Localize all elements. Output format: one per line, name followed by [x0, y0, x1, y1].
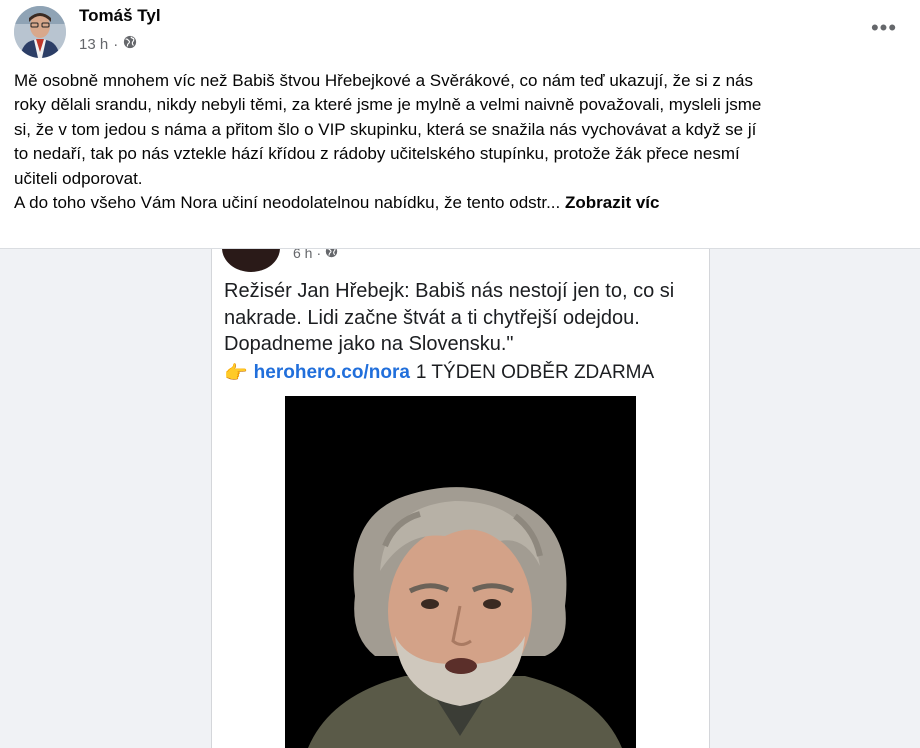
- man-portrait-illustration: [285, 396, 636, 748]
- author-name[interactable]: Tomáš Tyl: [79, 6, 161, 26]
- pointing-hand-icon: 👉: [224, 363, 248, 384]
- post-timestamp[interactable]: 13 h: [79, 36, 108, 53]
- shared-avatar: [222, 249, 280, 272]
- shared-timestamp: 6 h: [293, 248, 313, 261]
- shared-link-line: 👉 herohero.co/nora 1 TÝDEN ODBĚR ZDARMA: [224, 361, 654, 385]
- post-text-line: to nedaří, tak po nás vztekle hází křído…: [14, 144, 740, 164]
- shared-text-line: Dopadneme jako na Slovensku.": [224, 333, 514, 355]
- post-text-line: Mě osobně mnohem víc než Babiš štvou Hře…: [14, 71, 753, 90]
- post-media[interactable]: 6 h · Režisér Jan Hřebejk: Babiš nás nes…: [0, 248, 920, 748]
- globe-icon: [325, 249, 338, 261]
- shared-link: herohero.co/nora: [253, 362, 410, 383]
- shared-separator: ·: [316, 248, 322, 261]
- shared-text: Režisér Jan Hřebejk: Babiš nás nestojí j…: [224, 278, 694, 358]
- post-text: Mě osobně mnohem víc než Babiš štvou Hře…: [14, 69, 906, 215]
- ellipsis-icon: •••: [870, 15, 898, 40]
- shared-text-line: Režisér Jan Hřebejk: Babiš nás nestojí j…: [224, 280, 675, 302]
- post-text-line: učiteli odporovat.: [14, 168, 143, 188]
- author-portrait: [14, 6, 66, 58]
- post-text-last-line: A do toho všeho Vám Nora učiní neodolate…: [14, 191, 906, 215]
- portrait-photo: [285, 396, 636, 748]
- shared-meta: 6 h ·: [293, 248, 338, 261]
- globe-icon[interactable]: [123, 35, 137, 53]
- post-text-line: roky dělali srandu, nikdy nebyli těmi, z…: [14, 95, 762, 115]
- author-avatar[interactable]: [14, 6, 66, 58]
- post-text-line: si, že v tom jedou s náma a přitom šlo o…: [14, 119, 757, 139]
- post-meta: 13 h ·: [79, 35, 137, 53]
- meta-separator: ·: [113, 35, 119, 53]
- shared-offer: 1 TÝDEN ODBĚR ZDARMA: [415, 362, 655, 383]
- post-text-truncated: A do toho všeho Vám Nora učiní neodolate…: [14, 193, 561, 213]
- more-options-button[interactable]: •••: [866, 12, 902, 44]
- shared-post-screenshot: 6 h · Režisér Jan Hřebejk: Babiš nás nes…: [211, 248, 710, 748]
- see-more-link[interactable]: Zobrazit víc: [565, 193, 659, 212]
- shared-text-line: nakrade. Lidi začne štvát a ti chytřejší…: [224, 306, 640, 329]
